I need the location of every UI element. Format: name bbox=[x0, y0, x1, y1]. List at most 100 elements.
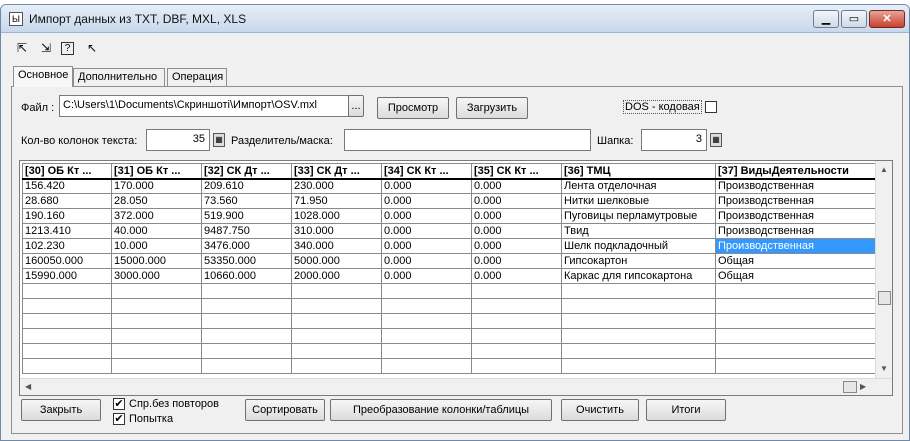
table-cell[interactable]: 0.000 bbox=[381, 208, 472, 224]
empty-table-row[interactable] bbox=[22, 298, 876, 314]
column-header[interactable]: [35] СК Кт ... bbox=[471, 163, 562, 180]
table-cell[interactable] bbox=[22, 343, 112, 359]
table-cell[interactable] bbox=[381, 343, 472, 359]
table-cell[interactable] bbox=[201, 298, 292, 314]
table-cell[interactable] bbox=[111, 358, 202, 374]
table-cell[interactable]: 10.000 bbox=[111, 238, 202, 254]
column-header[interactable]: [37] ВидыДеятельности bbox=[715, 163, 876, 180]
table-cell[interactable] bbox=[471, 328, 562, 344]
table-cell[interactable] bbox=[201, 328, 292, 344]
table-cell[interactable]: 71.950 bbox=[291, 193, 382, 209]
scroll-down-icon[interactable]: ▼ bbox=[880, 364, 888, 373]
table-cell[interactable] bbox=[381, 283, 472, 299]
table-row[interactable]: 1213.410 40.000 9487.750 310.000 0.000 0.000 Т… bbox=[22, 223, 876, 239]
table-row[interactable]: 102.230 10.000 3476.000 340.000 0.000 0.000 Ше… bbox=[22, 238, 876, 254]
table-cell[interactable]: Пуговицы перламутровые bbox=[561, 208, 716, 224]
help-icon[interactable]: ? bbox=[61, 42, 74, 55]
tab-additional[interactable]: Дополнительно bbox=[73, 68, 165, 86]
totals-button[interactable]: Итоги bbox=[646, 399, 726, 421]
calculator-icon[interactable]: ▦ bbox=[710, 133, 722, 147]
attempt-checkbox[interactable]: ✔ bbox=[113, 413, 125, 425]
table-cell[interactable]: 160050.000 bbox=[22, 253, 112, 269]
table-cell[interactable]: Производственная bbox=[715, 208, 876, 224]
table-cell[interactable]: 1213.410 bbox=[22, 223, 112, 239]
table-cell[interactable]: 0.000 bbox=[381, 268, 472, 284]
table-cell[interactable]: 28.050 bbox=[111, 193, 202, 209]
table-row[interactable]: 156.420 170.000 209.610 230.000 0.000 0.000 Ле… bbox=[22, 178, 876, 194]
table-cell[interactable]: 9487.750 bbox=[201, 223, 292, 239]
table-cell[interactable]: 15990.000 bbox=[22, 268, 112, 284]
vertical-scroll-thumb[interactable] bbox=[878, 291, 891, 305]
close-window-button[interactable]: ✕ bbox=[869, 10, 905, 28]
column-header[interactable]: [33] СК Дт ... bbox=[291, 163, 382, 180]
table-cell[interactable] bbox=[471, 343, 562, 359]
file-path-field[interactable]: C:\Users\1\Documents\Скриншоті\Импорт\OS… bbox=[59, 95, 349, 117]
table-cell[interactable]: 310.000 bbox=[291, 223, 382, 239]
table-cell[interactable] bbox=[561, 328, 716, 344]
table-cell[interactable]: Производственная bbox=[715, 193, 876, 209]
table-cell[interactable]: 3476.000 bbox=[201, 238, 292, 254]
table-cell[interactable] bbox=[381, 358, 472, 374]
close-button[interactable]: Закрыть bbox=[21, 399, 101, 421]
table-cell[interactable] bbox=[22, 328, 112, 344]
table-row[interactable]: 28.680 28.050 73.560 71.950 0.000 0.000 Нитки … bbox=[22, 193, 876, 209]
table-cell[interactable]: 0.000 bbox=[381, 223, 472, 239]
table-cell[interactable]: Производственная bbox=[715, 223, 876, 239]
column-header[interactable]: [30] ОБ Кт ... bbox=[22, 163, 112, 180]
view-button[interactable]: Просмотр bbox=[377, 97, 449, 119]
table-cell[interactable] bbox=[201, 343, 292, 359]
table-cell[interactable]: 10660.000 bbox=[201, 268, 292, 284]
table-cell[interactable] bbox=[111, 313, 202, 329]
empty-table-row[interactable] bbox=[22, 343, 876, 359]
table-cell[interactable]: 0.000 bbox=[381, 178, 472, 194]
table-row[interactable]: 190.160 372.000 519.900 1028.000 0.000 0.000 П… bbox=[22, 208, 876, 224]
title-bar[interactable]: Ы Импорт данных из TXT, DBF, MXL, XLS ▁ … bbox=[1, 5, 909, 33]
table-cell[interactable]: 372.000 bbox=[111, 208, 202, 224]
table-cell[interactable]: Лента отделочная bbox=[561, 178, 716, 194]
horizontal-scroll-thumb[interactable] bbox=[843, 381, 857, 393]
columns-count-field[interactable]: 35 bbox=[146, 129, 210, 151]
table-cell[interactable]: 0.000 bbox=[381, 253, 472, 269]
table-cell[interactable]: 53350.000 bbox=[201, 253, 292, 269]
table-cell[interactable] bbox=[22, 358, 112, 374]
table-cell[interactable]: 0.000 bbox=[471, 268, 562, 284]
table-cell[interactable] bbox=[291, 343, 382, 359]
table-cell[interactable]: 5000.000 bbox=[291, 253, 382, 269]
table-cell[interactable] bbox=[715, 283, 876, 299]
table-cell[interactable] bbox=[471, 313, 562, 329]
table-cell[interactable]: Шелк подкладочный bbox=[561, 238, 716, 254]
export-icon[interactable]: ⇱ bbox=[13, 39, 31, 57]
column-header[interactable]: [34] СК Кт ... bbox=[381, 163, 472, 180]
table-cell[interactable] bbox=[561, 343, 716, 359]
scroll-left-icon[interactable]: ◀ bbox=[25, 382, 31, 391]
table-cell[interactable]: Общая bbox=[715, 253, 876, 269]
sort-button[interactable]: Сортировать bbox=[245, 399, 325, 421]
table-row[interactable]: 15990.000 3000.000 10660.000 2000.000 0.000 0… bbox=[22, 268, 876, 284]
table-cell[interactable]: 209.610 bbox=[201, 178, 292, 194]
empty-table-row[interactable] bbox=[22, 328, 876, 344]
transform-column-button[interactable]: Преобразование колонки/таблицы bbox=[330, 399, 552, 421]
horizontal-scrollbar[interactable]: ◀ ▶ bbox=[20, 378, 892, 395]
table-cell[interactable]: Общая bbox=[715, 268, 876, 284]
clear-button[interactable]: Очистить bbox=[561, 399, 639, 421]
browse-button[interactable]: ... bbox=[348, 95, 364, 117]
table-cell[interactable] bbox=[561, 313, 716, 329]
table-cell[interactable] bbox=[22, 283, 112, 299]
table-cell[interactable]: 0.000 bbox=[471, 238, 562, 254]
table-cell[interactable]: Производственная bbox=[715, 178, 876, 194]
table-cell[interactable]: 0.000 bbox=[471, 223, 562, 239]
column-header[interactable]: [31] ОБ Кт ... bbox=[111, 163, 202, 180]
table-cell[interactable]: 0.000 bbox=[471, 208, 562, 224]
table-cell[interactable]: Производственная bbox=[715, 238, 876, 254]
table-cell[interactable]: 3000.000 bbox=[111, 268, 202, 284]
pointer-help-icon[interactable]: ↖ bbox=[83, 39, 101, 57]
table-cell[interactable] bbox=[291, 298, 382, 314]
table-cell[interactable] bbox=[471, 358, 562, 374]
table-cell[interactable]: Твид bbox=[561, 223, 716, 239]
table-cell[interactable]: 15000.000 bbox=[111, 253, 202, 269]
scroll-right-icon[interactable]: ▶ bbox=[860, 382, 866, 391]
table-cell[interactable]: 170.000 bbox=[111, 178, 202, 194]
header-rows-field[interactable]: 3 bbox=[641, 129, 707, 151]
table-cell[interactable] bbox=[201, 283, 292, 299]
table-cell[interactable]: 40.000 bbox=[111, 223, 202, 239]
